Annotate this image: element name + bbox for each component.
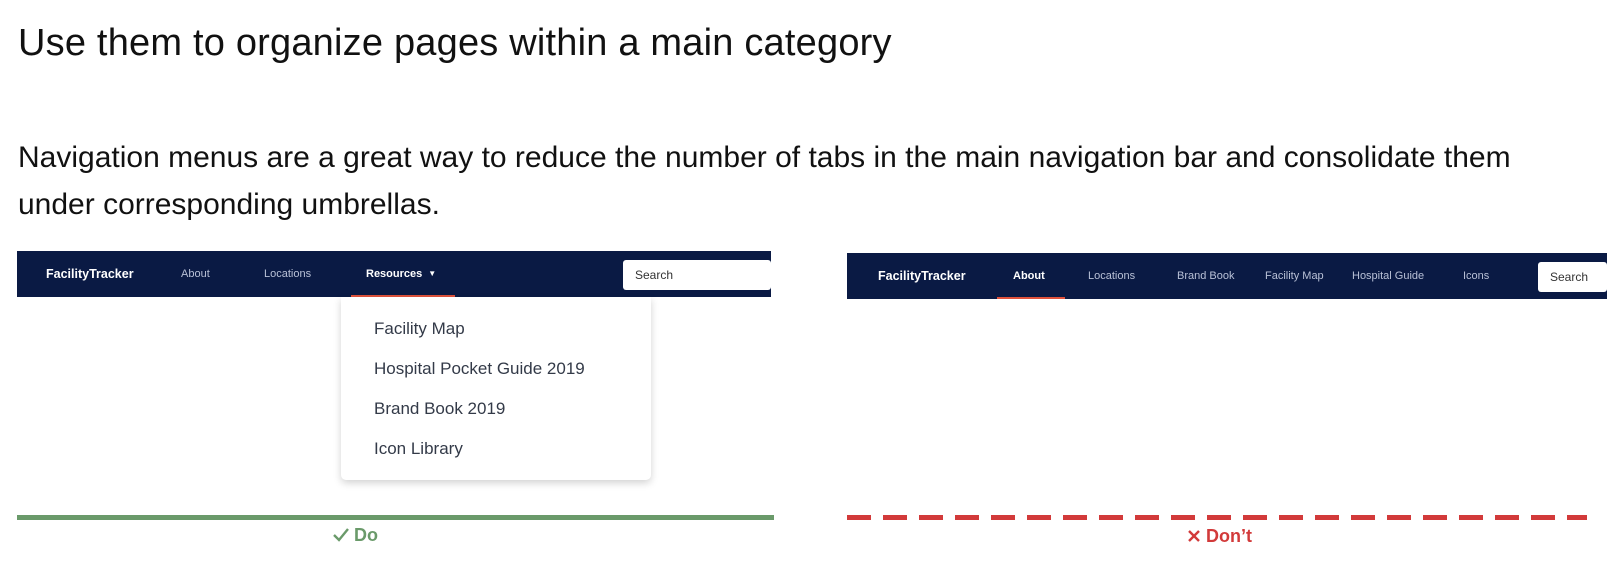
- nav-item-locations[interactable]: Locations: [264, 251, 311, 297]
- x-icon: [1188, 530, 1200, 542]
- navbar: FacilityTracker About Locations Resource…: [17, 251, 771, 297]
- dropdown-item-brand-book[interactable]: Brand Book 2019: [374, 399, 505, 419]
- active-tab-indicator: [997, 297, 1065, 299]
- check-icon: [333, 528, 349, 542]
- nav-item-icons[interactable]: Icons: [1463, 253, 1489, 299]
- dont-label: Don’t: [1187, 526, 1252, 547]
- dropdown-item-facility-map[interactable]: Facility Map: [374, 319, 465, 339]
- do-label: Do: [332, 525, 378, 546]
- nav-item-brand-book[interactable]: Brand Book: [1177, 253, 1234, 299]
- navbar: FacilityTracker About Locations Brand Bo…: [847, 253, 1607, 299]
- nav-item-about[interactable]: About: [181, 251, 210, 297]
- brand-logo[interactable]: FacilityTracker: [46, 251, 134, 297]
- do-example: FacilityTracker About Locations Resource…: [17, 0, 774, 588]
- dont-label-text: Don’t: [1206, 526, 1252, 546]
- search-input[interactable]: Search: [1538, 262, 1607, 292]
- do-label-text: Do: [354, 525, 378, 545]
- resources-dropdown-menu: Facility Map Hospital Pocket Guide 2019 …: [341, 297, 651, 480]
- dont-example: FacilityTracker About Locations Brand Bo…: [847, 0, 1607, 588]
- nav-item-resources-label: Resources: [366, 268, 423, 280]
- chevron-down-icon: ▼: [428, 269, 437, 278]
- nav-item-resources[interactable]: Resources ▼: [366, 251, 436, 297]
- dropdown-item-hospital-pocket-guide[interactable]: Hospital Pocket Guide 2019: [374, 359, 585, 379]
- brand-logo[interactable]: FacilityTracker: [878, 253, 966, 299]
- nav-item-about[interactable]: About: [1013, 253, 1045, 299]
- do-indicator-line: [17, 515, 774, 520]
- dropdown-item-icon-library[interactable]: Icon Library: [374, 439, 463, 459]
- search-input[interactable]: Search: [623, 260, 771, 290]
- guideline-page: Use them to organize pages within a main…: [0, 0, 1624, 588]
- dont-indicator-line: [847, 515, 1587, 520]
- nav-item-facility-map[interactable]: Facility Map: [1265, 253, 1324, 299]
- nav-item-locations[interactable]: Locations: [1088, 253, 1135, 299]
- nav-item-hospital-guide[interactable]: Hospital Guide: [1352, 253, 1424, 299]
